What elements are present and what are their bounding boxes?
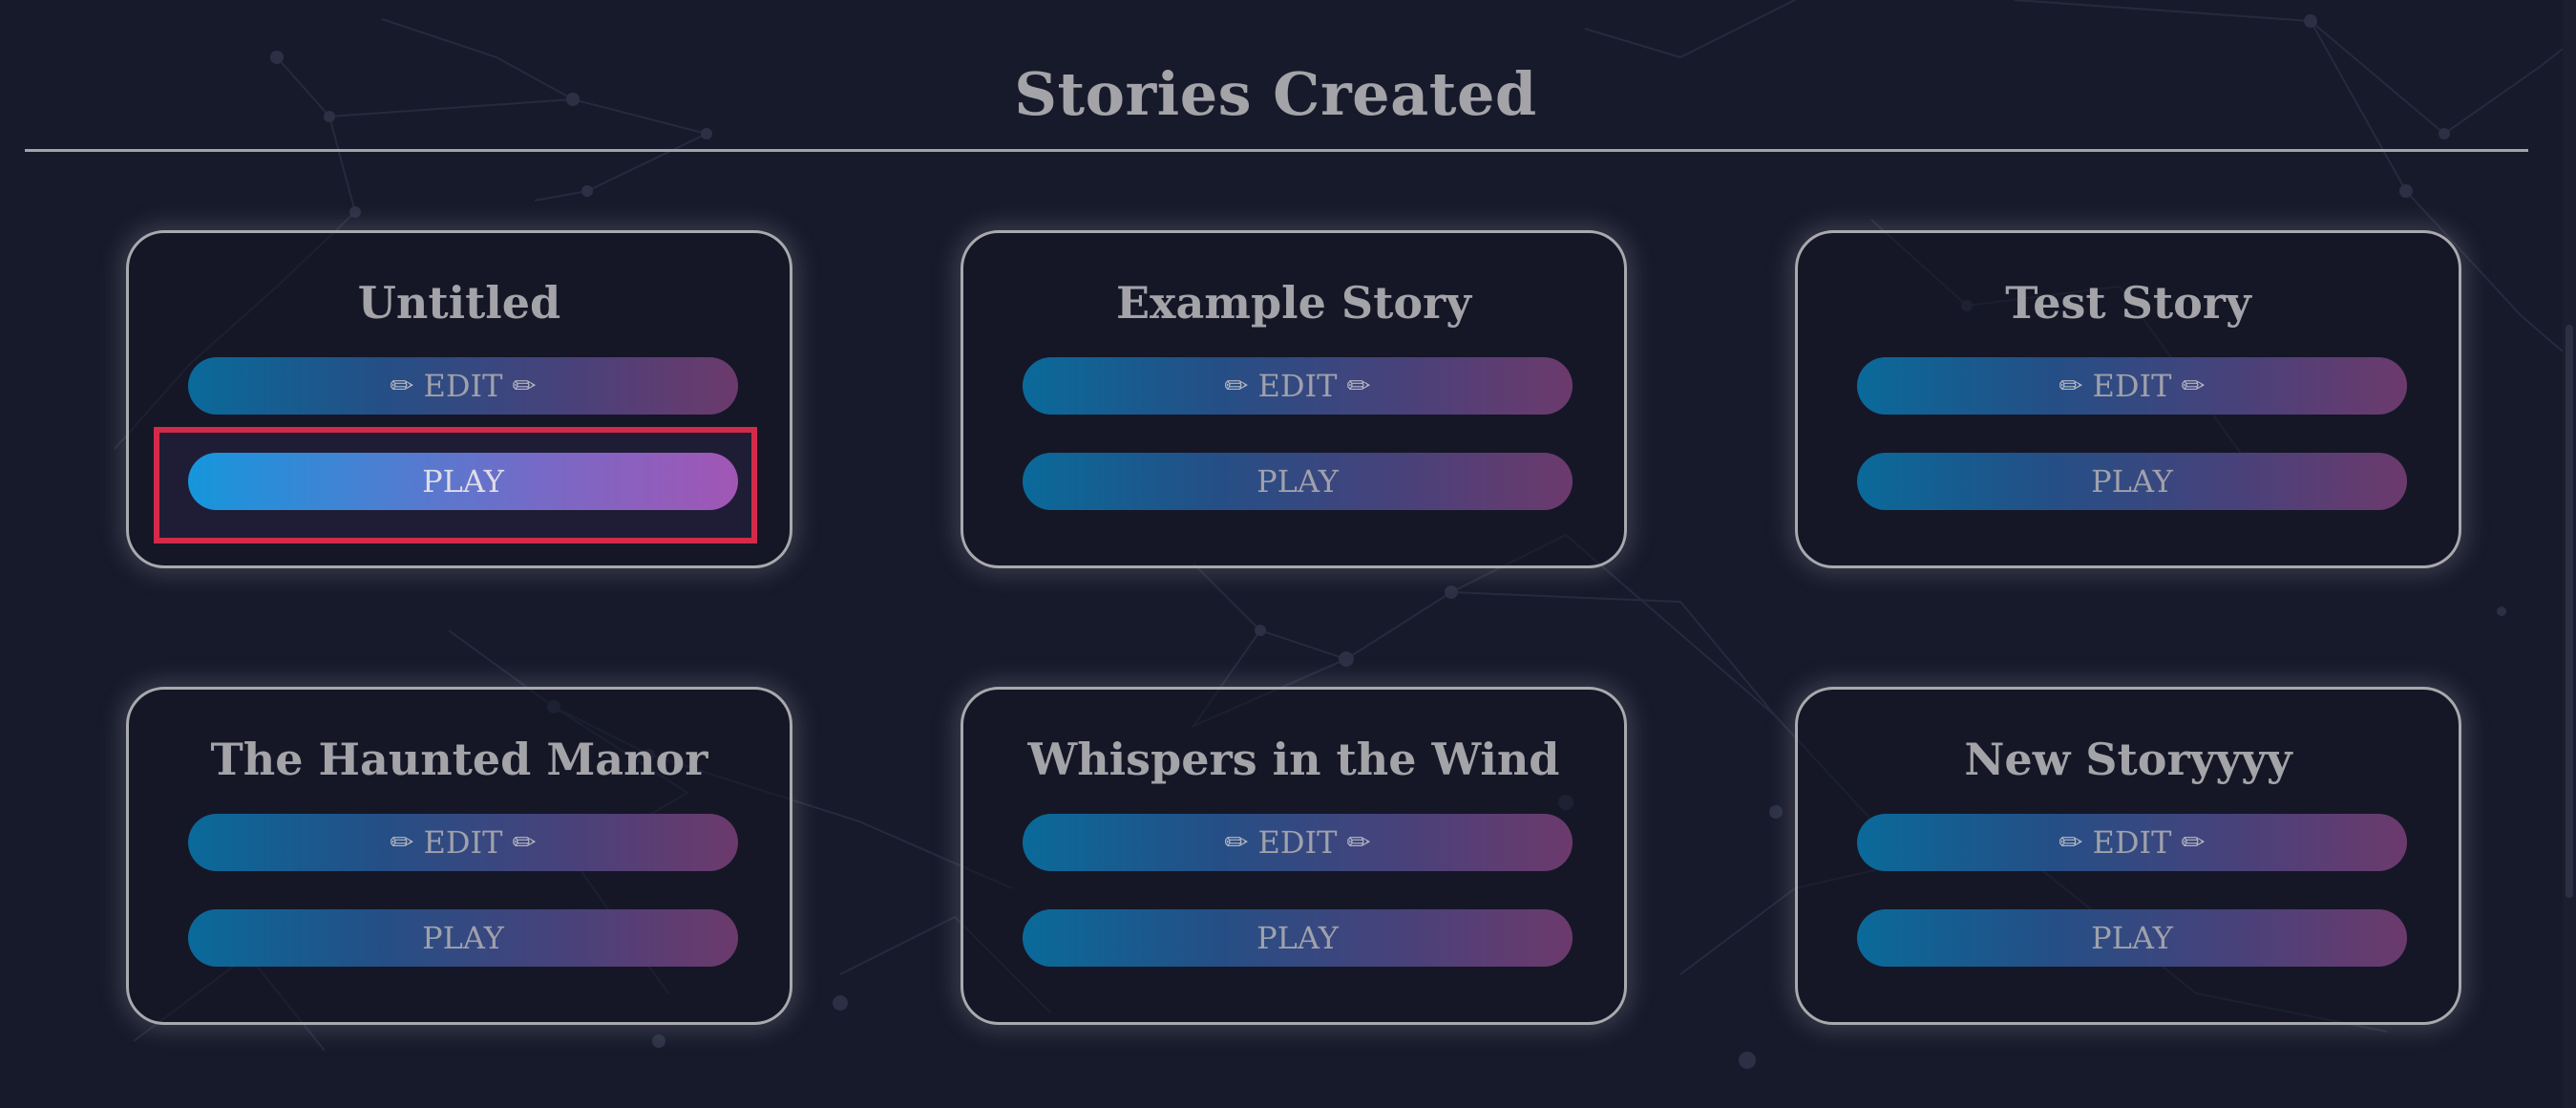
pencil-icon: ✏ — [390, 369, 414, 403]
play-button[interactable]: PLAY — [188, 453, 738, 510]
pencil-icon: ✏ — [1346, 369, 1371, 403]
edit-button[interactable]: ✏ EDIT ✏ — [1023, 814, 1573, 871]
play-button-label: PLAY — [1256, 463, 1339, 500]
edit-button[interactable]: ✏ EDIT ✏ — [1023, 357, 1573, 415]
edit-button-label: EDIT — [2092, 824, 2172, 861]
edit-button-label: EDIT — [1257, 368, 1338, 404]
edit-button-label: EDIT — [2092, 368, 2172, 404]
story-title: Example Story — [1116, 277, 1471, 329]
pencil-icon: ✏ — [1346, 825, 1371, 860]
story-card: Untitled ✏ EDIT ✏ PLAY — [126, 230, 792, 568]
story-card: Example Story ✏ EDIT ✏ PLAY — [961, 230, 1627, 568]
scrollbar[interactable] — [2563, 0, 2576, 1108]
page-title: Stories Created — [1014, 59, 1537, 129]
story-title: New Storyyyy — [1964, 734, 2292, 785]
play-button-label: PLAY — [1256, 920, 1339, 956]
play-button[interactable]: PLAY — [1857, 909, 2407, 967]
pencil-icon: ✏ — [512, 369, 537, 403]
edit-button[interactable]: ✏ EDIT ✏ — [188, 357, 738, 415]
play-button-label: PLAY — [2091, 920, 2173, 956]
story-title: Whispers in the Wind — [1027, 734, 1560, 785]
edit-button[interactable]: ✏ EDIT ✏ — [188, 814, 738, 871]
pencil-icon: ✏ — [2181, 825, 2206, 860]
pencil-icon: ✏ — [2059, 825, 2083, 860]
story-title: Test Story — [2005, 277, 2251, 329]
pencil-icon: ✏ — [390, 825, 414, 860]
pencil-icon: ✏ — [512, 825, 537, 860]
pencil-icon: ✏ — [1224, 369, 1249, 403]
story-card: Test Story ✏ EDIT ✏ PLAY — [1795, 230, 2461, 568]
pencil-icon: ✏ — [2181, 369, 2206, 403]
edit-button[interactable]: ✏ EDIT ✏ — [1857, 357, 2407, 415]
play-button-label: PLAY — [422, 463, 504, 500]
play-button[interactable]: PLAY — [1857, 453, 2407, 510]
play-button[interactable]: PLAY — [188, 909, 738, 967]
play-button-label: PLAY — [422, 920, 504, 956]
play-button[interactable]: PLAY — [1023, 909, 1573, 967]
pencil-icon: ✏ — [1224, 825, 1249, 860]
edit-button[interactable]: ✏ EDIT ✏ — [1857, 814, 2407, 871]
story-card: The Haunted Manor ✏ EDIT ✏ PLAY — [126, 687, 792, 1025]
edit-button-label: EDIT — [423, 824, 503, 861]
pencil-icon: ✏ — [2059, 369, 2083, 403]
story-card: New Storyyyy ✏ EDIT ✏ PLAY — [1795, 687, 2461, 1025]
title-divider — [25, 149, 2528, 152]
story-card: Whispers in the Wind ✏ EDIT ✏ PLAY — [961, 687, 1627, 1025]
edit-button-label: EDIT — [1257, 824, 1338, 861]
scrollbar-thumb[interactable] — [2565, 325, 2573, 898]
play-button-label: PLAY — [2091, 463, 2173, 500]
story-title: Untitled — [357, 277, 561, 329]
story-title: The Haunted Manor — [210, 734, 708, 785]
edit-button-label: EDIT — [423, 368, 503, 404]
play-button[interactable]: PLAY — [1023, 453, 1573, 510]
